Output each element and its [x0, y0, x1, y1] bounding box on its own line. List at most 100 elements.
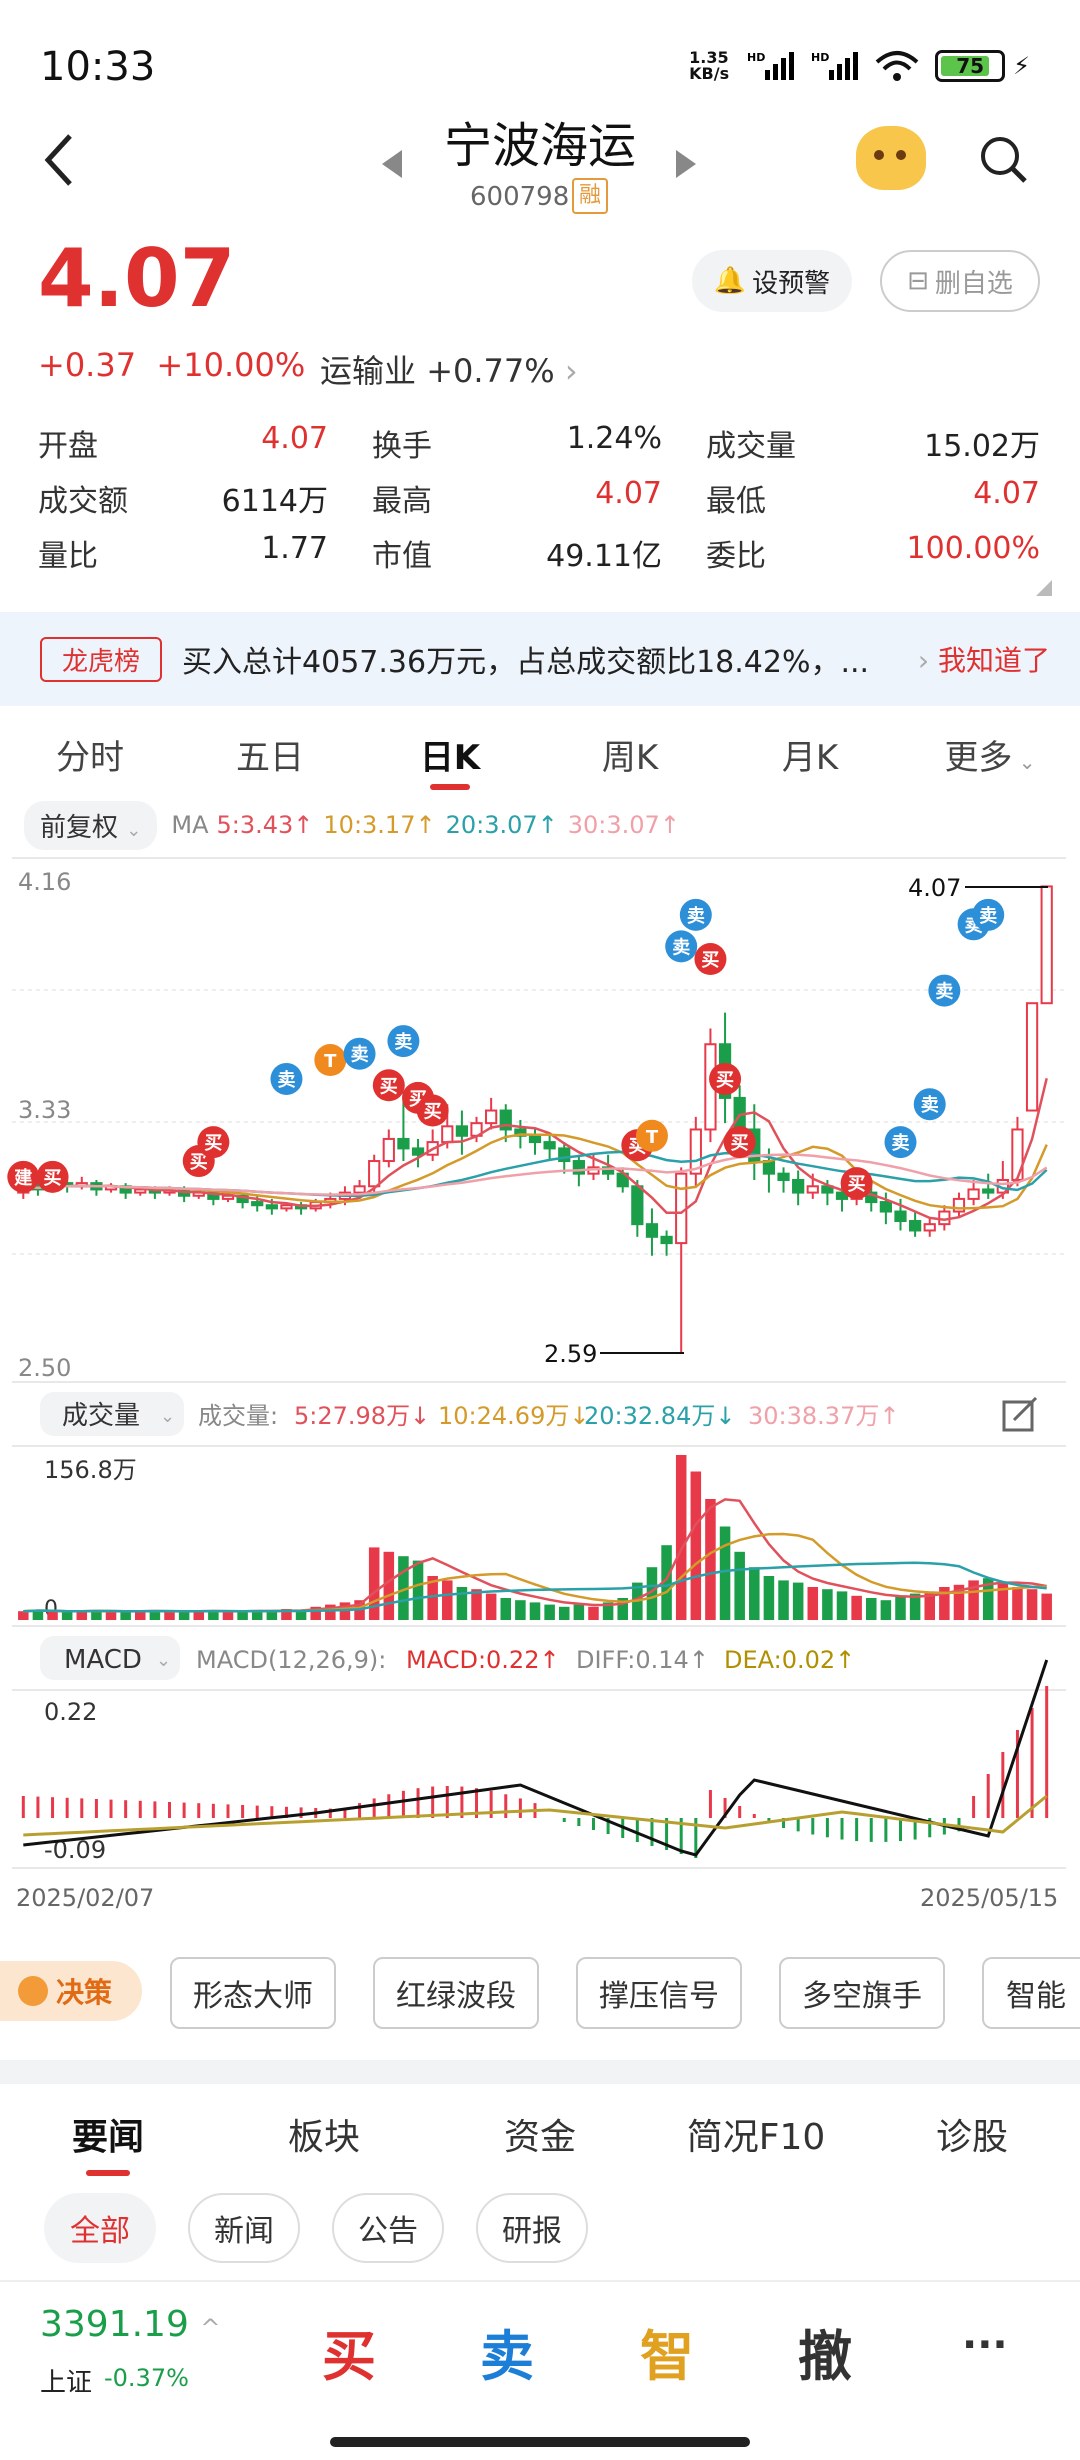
filter-research[interactable]: 研报: [476, 2193, 588, 2263]
mascot-icon[interactable]: [856, 126, 926, 190]
next-stock-icon[interactable]: [676, 150, 696, 178]
volume-ma-line: [23, 1532, 1047, 1613]
tab-daily-k[interactable]: 日K: [360, 720, 540, 790]
volume-bar: [61, 1612, 73, 1620]
kline-chart[interactable]: 4.16 3.33 2.50 4.07 2.59 建买买买卖T 卖买卖买买买 T卖卖…: [0, 850, 1080, 1920]
volume-bar: [851, 1595, 862, 1620]
volume-bar: [836, 1591, 848, 1620]
volume-bar: [500, 1598, 512, 1620]
tab-funds[interactable]: 资金: [432, 2100, 648, 2180]
cancel-order-button[interactable]: 撤: [798, 2312, 852, 2391]
candle-body: [777, 1172, 790, 1181]
svg-text:成交量: 成交量: [62, 1401, 140, 1431]
tab-intraday[interactable]: 分时: [0, 720, 180, 790]
tab-monthly-k[interactable]: 月K: [720, 720, 900, 790]
decision-tools: 决策 形态大师 红绿波段 撑压信号 多空旗手 智能: [0, 1955, 1080, 2035]
red-green-band-button[interactable]: 红绿波段: [373, 1957, 539, 2029]
volume-bar: [529, 1602, 541, 1620]
dragon-tiger-tag: 龙虎榜: [40, 636, 163, 682]
volume-bar: [485, 1593, 497, 1620]
battery-icon: 75: [935, 50, 1006, 82]
volume-bar: [719, 1526, 731, 1620]
tab-sector[interactable]: 板块: [216, 2100, 432, 2180]
volume-bar: [734, 1551, 745, 1620]
macd-top-label: 0.22: [44, 1698, 97, 1726]
stat-value: 1.24%: [566, 420, 662, 456]
filter-all[interactable]: 全部: [44, 2193, 156, 2263]
svg-text:成交量:: 成交量:: [198, 1402, 278, 1430]
volume-bar: [164, 1611, 175, 1620]
remove-watchlist-button[interactable]: ⊟ 删自选: [880, 250, 1040, 312]
dismiss-button[interactable]: › 我知道了: [918, 639, 1050, 679]
volume-bar: [1012, 1587, 1023, 1620]
volume-bar: [135, 1611, 146, 1620]
signal-label: 买: [380, 1076, 398, 1097]
volume-bar: [1026, 1589, 1038, 1620]
stat-value: 4.07: [595, 475, 662, 511]
signal-label: 买: [44, 1168, 62, 1189]
tab-headlines[interactable]: 要闻: [0, 2100, 216, 2180]
svg-text:30:38.37万↑: 30:38.37万↑: [748, 1402, 899, 1430]
volume-bar: [1041, 1593, 1052, 1620]
candle-body: [879, 1201, 892, 1213]
volume-max-label: 156.8万: [44, 1456, 137, 1484]
signal-label: 买: [204, 1133, 222, 1154]
tab-profile[interactable]: 简况F10: [648, 2100, 864, 2180]
industry-link[interactable]: 运输业 +0.77% ›: [320, 346, 578, 392]
volume-bar: [442, 1580, 453, 1620]
decision-button[interactable]: 决策: [0, 1961, 142, 2021]
smart-trade-button[interactable]: 智: [640, 2312, 694, 2391]
more-icon[interactable]: ···: [962, 2322, 1008, 2368]
stat-value: 6114万: [221, 483, 328, 519]
candle-body: [280, 1204, 293, 1210]
decision-icon: [18, 1976, 48, 2006]
stat-value: 15.02万: [924, 428, 1040, 464]
set-alert-button[interactable]: 🔔 设预警: [692, 250, 852, 312]
candle-body: [894, 1210, 907, 1223]
tab-five-day[interactable]: 五日: [180, 720, 360, 790]
support-resistance-button[interactable]: 撑压信号: [576, 1957, 742, 2029]
filter-notices[interactable]: 公告: [332, 2193, 444, 2263]
pattern-master-button[interactable]: 形态大师: [170, 1957, 336, 2029]
tab-diagnosis[interactable]: 诊股: [864, 2100, 1080, 2180]
sell-button[interactable]: 卖: [480, 2312, 534, 2391]
price-bottom-label: 2.50: [18, 1354, 71, 1382]
candle-body: [645, 1223, 659, 1238]
candle-body: [923, 1223, 936, 1232]
signal-label: 卖: [979, 905, 997, 927]
signal-label: 卖: [921, 1094, 939, 1116]
candle-body: [631, 1185, 644, 1226]
stats-grid: 开盘 4.07 换手 1.24% 成交量 15.02万 成交额 6114万 最高 4.07 最低 4.…: [38, 415, 1042, 580]
stat-cell: 市值 49.11亿: [372, 531, 706, 575]
dragon-tiger-banner[interactable]: 龙虎榜 买入总计4057.36万元，占总成交额比18.42%，... › 我知道…: [0, 612, 1080, 706]
volume-bar: [573, 1604, 585, 1620]
candle-body: [792, 1178, 805, 1194]
candle-body: [397, 1137, 410, 1150]
stat-label: 最低: [706, 483, 766, 519]
smart-button[interactable]: 智能: [982, 1957, 1080, 2029]
candle-body: [982, 1188, 995, 1194]
stat-cell: 成交量 15.02万: [706, 421, 1040, 465]
bull-bear-button[interactable]: 多空旗手: [779, 1957, 945, 2029]
svg-text:DEA:0.02↑: DEA:0.02↑: [724, 1646, 855, 1674]
search-icon[interactable]: [978, 134, 1028, 184]
volume-bar: [558, 1606, 570, 1620]
volume-bar: [880, 1600, 892, 1620]
stock-code: 600798: [470, 182, 570, 212]
stat-label: 最高: [372, 483, 432, 519]
svg-text:5:27.98万↓: 5:27.98万↓: [294, 1402, 430, 1430]
volume-bar: [105, 1611, 117, 1620]
candle-body: [572, 1160, 585, 1175]
current-price: 4.07: [38, 232, 236, 325]
filter-news[interactable]: 新闻: [188, 2193, 300, 2263]
buy-button[interactable]: 买: [322, 2312, 376, 2391]
section-divider: [0, 2060, 1080, 2084]
tab-more[interactable]: 更多 ⌄: [900, 720, 1080, 790]
network-speed: 1.35 KB/s: [689, 48, 730, 83]
svg-text:MACD(12,26,9):: MACD(12,26,9):: [196, 1646, 386, 1674]
adjust-selector[interactable]: 前复权 ⌄: [24, 800, 158, 850]
volume-bar: [266, 1611, 278, 1620]
volume-bar: [895, 1595, 906, 1620]
index-value[interactable]: 3391.19 ^: [40, 2304, 220, 2345]
tab-weekly-k[interactable]: 周K: [540, 720, 720, 790]
